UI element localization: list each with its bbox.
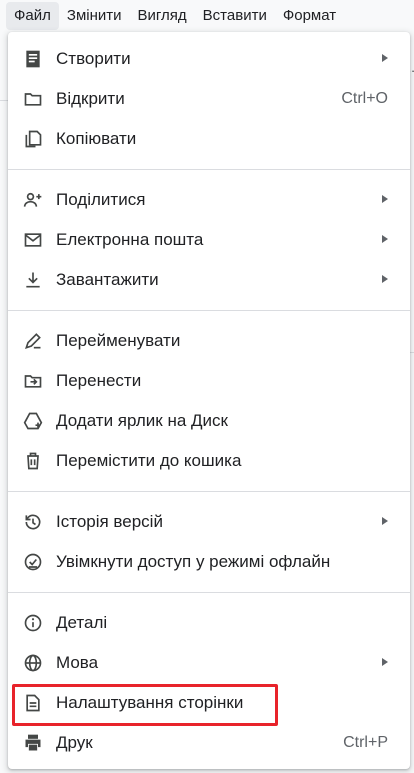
offline-check-icon: [22, 551, 44, 573]
menu-item-version-history[interactable]: Історія версій: [8, 502, 410, 542]
print-icon: [22, 732, 44, 754]
description-icon: [22, 48, 44, 70]
menu-item-label: Перенести: [56, 371, 142, 390]
menu-edit[interactable]: Змінити: [59, 2, 130, 30]
menu-separator: [8, 310, 410, 311]
drive-file-move-icon: [22, 370, 44, 392]
info-icon: [22, 612, 44, 634]
menu-item-label: Історія версій: [56, 512, 163, 531]
menu-item-label: Поділитися: [56, 190, 146, 209]
menu-item-label: Перейменувати: [56, 331, 181, 350]
menu-item-label: Електронна пошта: [56, 230, 204, 249]
folder-icon: [22, 88, 44, 110]
menu-item-label: Додати ярлик на Диск: [56, 411, 228, 430]
shortcut-label: Ctrl+O: [341, 90, 388, 107]
menu-view[interactable]: Вигляд: [130, 2, 195, 30]
trash-icon: [22, 450, 44, 472]
menu-item-label: Копіювати: [56, 129, 137, 148]
menu-item-rename[interactable]: Перейменувати: [8, 321, 410, 361]
menu-item-details[interactable]: Деталі: [8, 603, 410, 643]
app-root: Файл Змінити Вигляд Вставити Формат ... …: [0, 0, 414, 773]
menu-item-label: Мова: [56, 653, 99, 672]
menu-item-label: Відкрити: [56, 89, 125, 108]
menu-item-open[interactable]: Відкрити Ctrl+O: [8, 79, 410, 119]
submenu-arrow-icon: [382, 275, 388, 283]
background-divider: [0, 100, 8, 101]
menu-insert[interactable]: Вставити: [195, 2, 275, 30]
submenu-arrow-icon: [382, 658, 388, 666]
copy-icon: [22, 128, 44, 150]
menu-file[interactable]: Файл: [6, 2, 59, 30]
menu-item-print[interactable]: Друк Ctrl+P: [8, 723, 410, 763]
menu-item-create[interactable]: Створити: [8, 39, 410, 79]
menu-item-offline[interactable]: Увімкнути доступ у режимі офлайн: [8, 542, 410, 582]
rename-icon: [22, 330, 44, 352]
submenu-arrow-icon: [382, 235, 388, 243]
menu-item-label: Створити: [56, 49, 131, 68]
globe-icon: [22, 652, 44, 674]
menu-item-move[interactable]: Перенести: [8, 361, 410, 401]
mail-icon: [22, 229, 44, 251]
menubar: Файл Змінити Вигляд Вставити Формат: [0, 0, 414, 32]
menu-item-language[interactable]: Мова: [8, 643, 410, 683]
menu-item-add-shortcut[interactable]: Додати ярлик на Диск: [8, 401, 410, 441]
download-icon: [22, 269, 44, 291]
menu-separator: [8, 491, 410, 492]
add-to-drive-icon: [22, 410, 44, 432]
menu-item-label: Друк: [56, 733, 93, 752]
submenu-arrow-icon: [382, 195, 388, 203]
menu-item-label: Увімкнути доступ у режимі офлайн: [56, 552, 331, 571]
file-menu-dropdown: Створити Відкрити Ctrl+O Копіювати Поділ…: [8, 32, 410, 769]
person-add-icon: [22, 189, 44, 211]
history-icon: [22, 511, 44, 533]
menu-item-copy[interactable]: Копіювати: [8, 119, 410, 159]
menu-item-label: Деталі: [56, 613, 108, 632]
highlight-box: [12, 684, 278, 726]
menu-separator: [8, 592, 410, 593]
submenu-arrow-icon: [382, 54, 388, 62]
menu-item-label: Перемістити до кошика: [56, 451, 242, 470]
menu-item-label: Завантажити: [56, 270, 159, 289]
menu-item-trash[interactable]: Перемістити до кошика: [8, 441, 410, 481]
menu-format[interactable]: Формат: [275, 2, 344, 30]
menu-item-email[interactable]: Електронна пошта: [8, 220, 410, 260]
submenu-arrow-icon: [382, 517, 388, 525]
menu-item-share[interactable]: Поділитися: [8, 180, 410, 220]
menu-separator: [8, 169, 410, 170]
background-divider: [410, 352, 414, 353]
menu-item-download[interactable]: Завантажити: [8, 260, 410, 300]
shortcut-label: Ctrl+P: [343, 734, 388, 751]
